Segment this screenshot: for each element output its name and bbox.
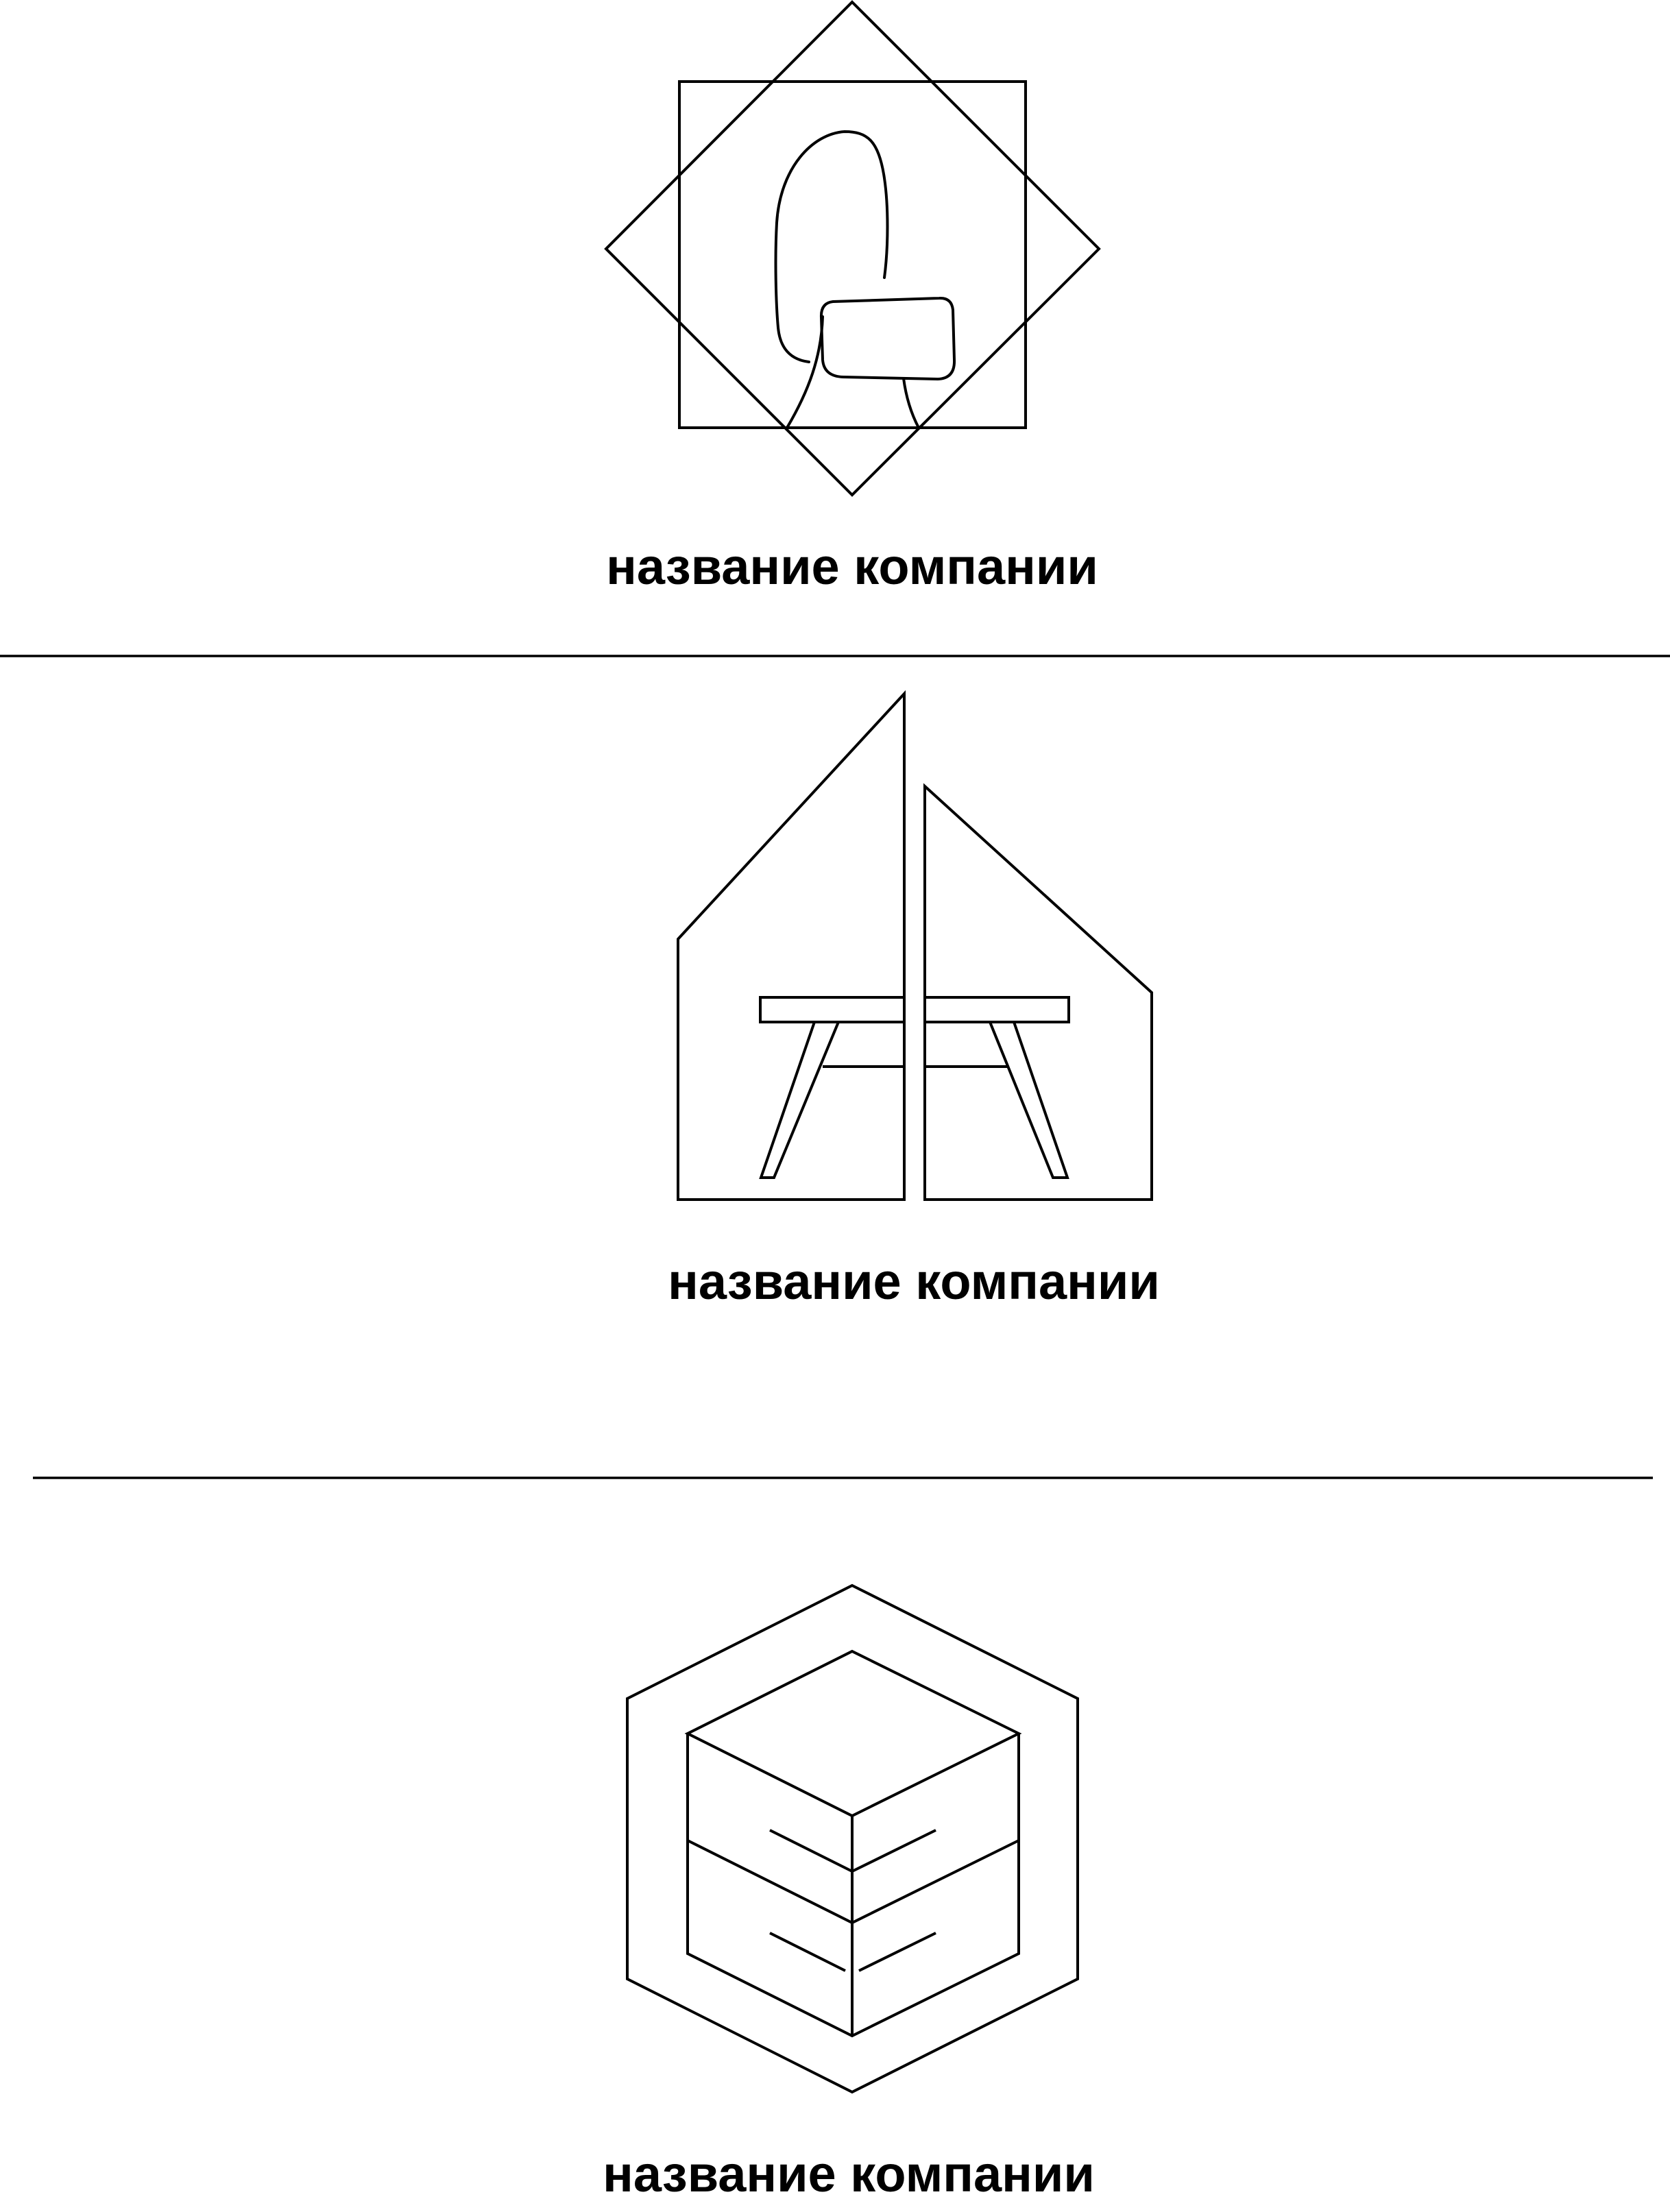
chair-in-square-star-icon [604,0,1101,497]
chair-icon [774,130,956,429]
drawer-cube-in-hexagon-icon [626,1583,1079,2094]
company-name-caption-3: название компании [603,2146,1095,2202]
company-name-caption-2: название компании [668,1253,1160,1310]
table-icon [759,996,1070,1179]
house-right-half [923,783,1153,1201]
logo-sheet [0,0,1670,2094]
house-left-half [677,690,906,1201]
company-name-caption-1: название компании [606,538,1098,595]
drawer-cube-icon [684,1649,1022,2038]
table-in-split-house-icon [677,690,1153,1201]
